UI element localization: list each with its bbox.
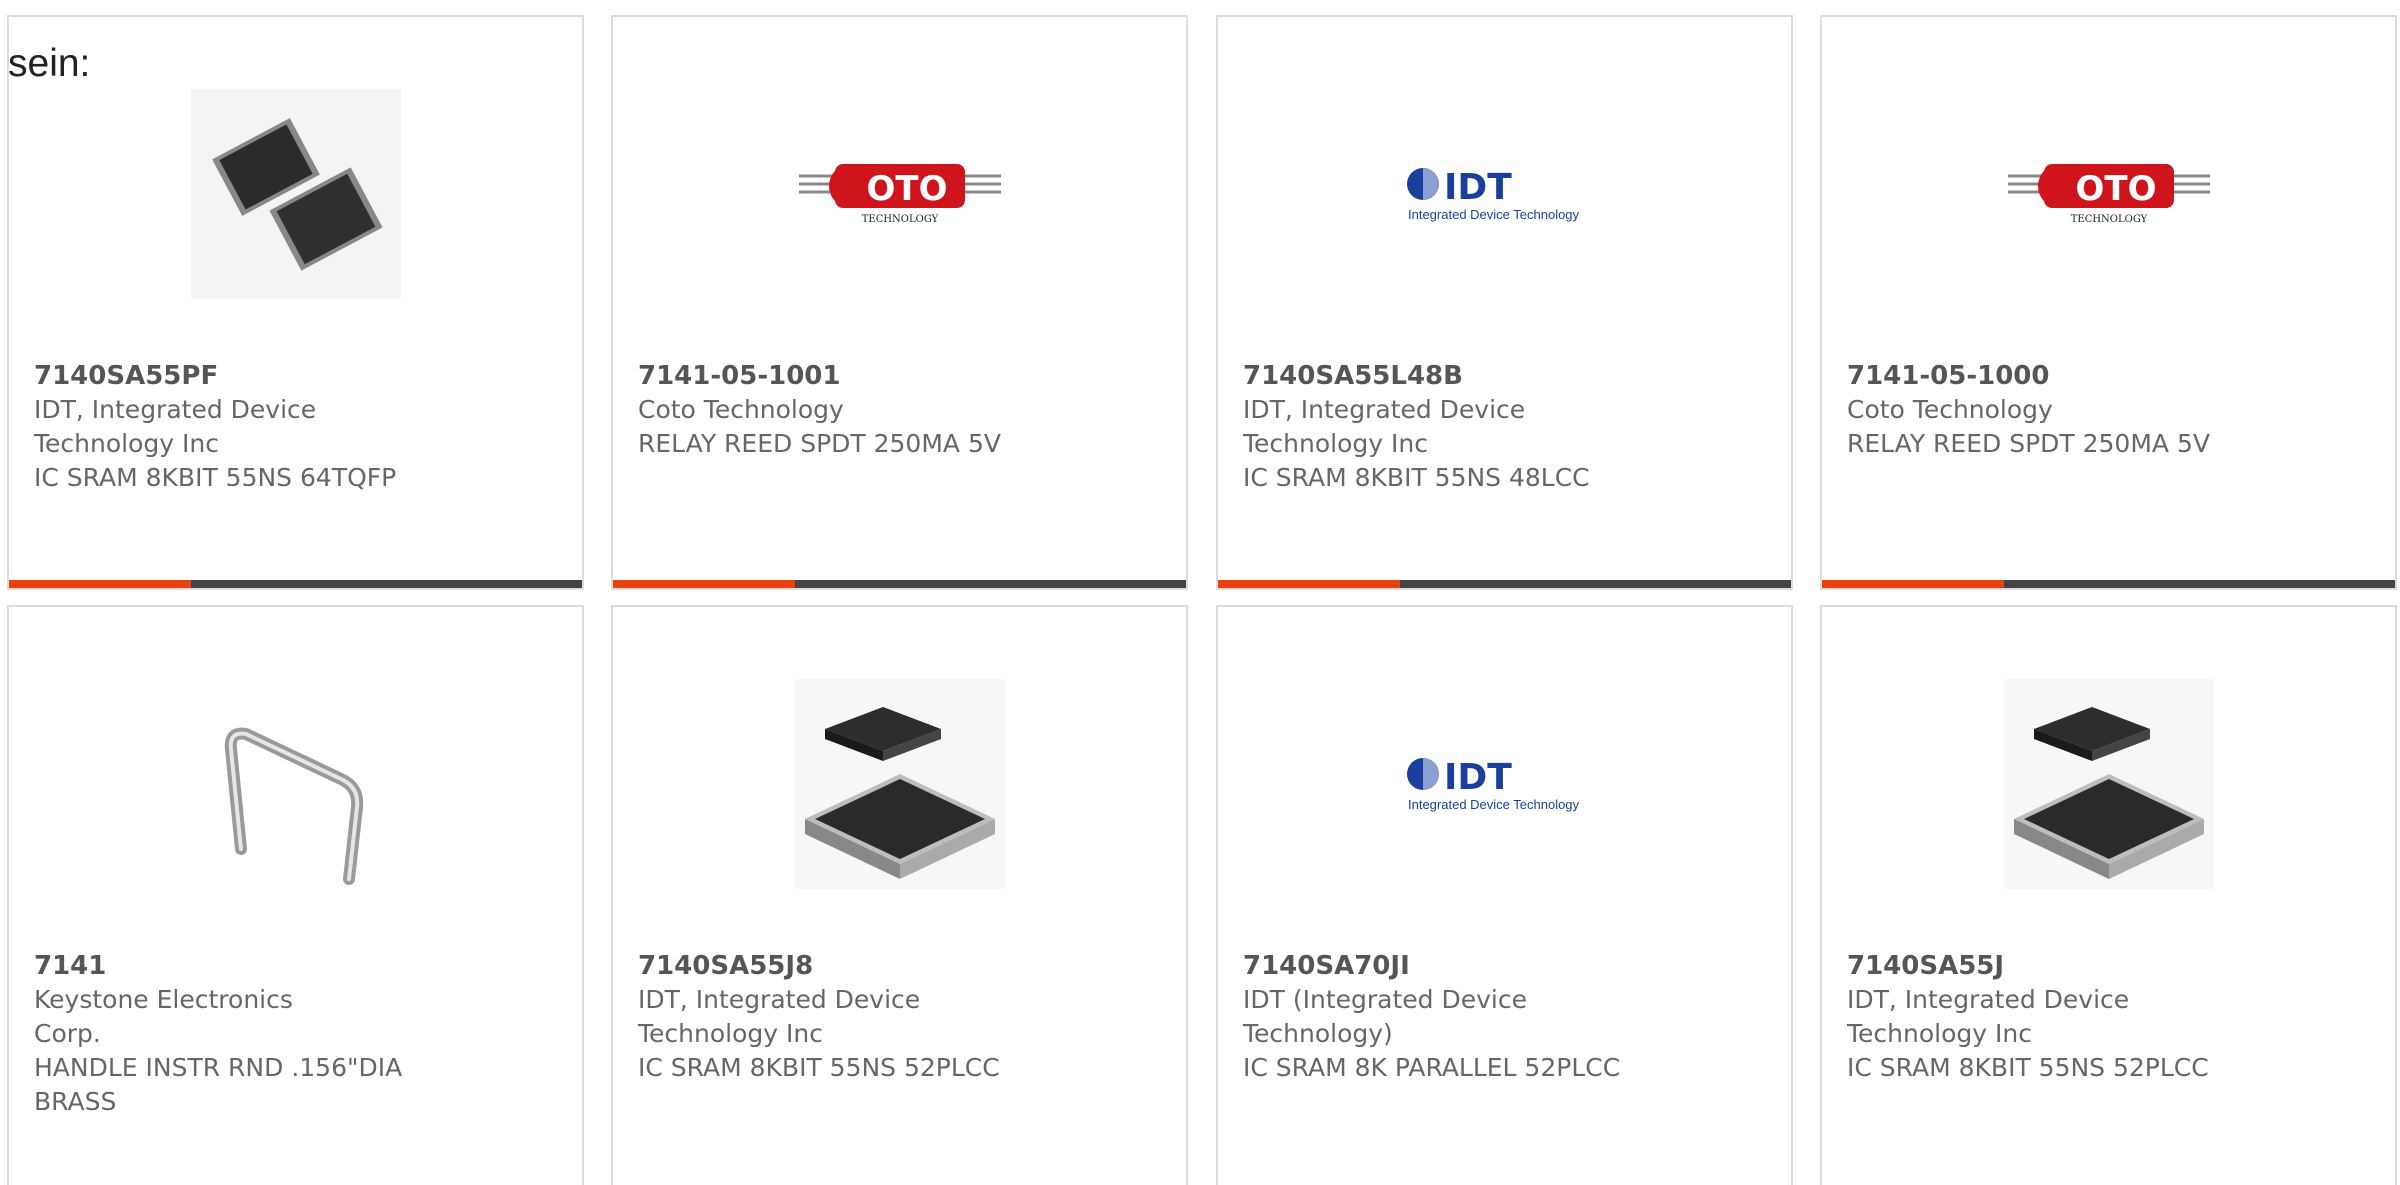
description: HANDLE INSTR RND .156"DIA BRASS	[34, 1053, 403, 1116]
plcc-chip-image	[794, 679, 1005, 889]
handle-image	[191, 679, 401, 889]
manufacturer: Coto Technology	[638, 395, 844, 424]
part-number[interactable]: 7140SA70JI	[1243, 949, 1771, 983]
logo-subtext: Integrated Device Technology	[1408, 797, 1580, 812]
idt-logo: IDT Integrated Device Technology	[1400, 679, 1610, 889]
part-number[interactable]: 7140SA55PF	[34, 359, 562, 393]
product-card[interactable]: IDT Integrated Device Technology 7140SA5…	[1216, 15, 1793, 590]
manufacturer: Keystone Electronics Corp.	[34, 985, 293, 1048]
product-card[interactable]: 7140SA55PF IDT, Integrated Device Techno…	[7, 15, 584, 590]
tqfp-chip-image	[190, 89, 401, 299]
card-accent-bar	[9, 580, 582, 588]
part-number[interactable]: 7140SA55J	[1847, 949, 2375, 983]
manufacturer: Coto Technology	[1847, 395, 2053, 424]
plcc-chip-image	[2003, 679, 2214, 889]
description: IC SRAM 8KBIT 55NS 52PLCC	[1847, 1053, 2209, 1082]
description: RELAY REED SPDT 250MA 5V	[1847, 429, 2210, 458]
logo-subtext: Integrated Device Technology	[1408, 207, 1580, 222]
description: RELAY REED SPDT 250MA 5V	[638, 429, 1001, 458]
product-card[interactable]: IDT Integrated Device Technology 7140SA7…	[1216, 605, 1793, 1185]
part-number[interactable]: 7140SA55J8	[638, 949, 1166, 983]
product-card[interactable]: OTO TECHNOLOGY 7141-05-1000 Coto Technol…	[1820, 15, 2397, 590]
coto-logo: OTO TECHNOLOGY	[2004, 89, 2214, 299]
card-accent-bar	[1822, 580, 2395, 588]
logo-text: IDT	[1444, 757, 1512, 798]
logo-subtext: TECHNOLOGY	[2070, 214, 2147, 225]
logo-text: IDT	[1444, 167, 1512, 208]
part-number[interactable]: 7141	[34, 949, 562, 983]
description: IC SRAM 8KBIT 55NS 52PLCC	[638, 1053, 1000, 1082]
part-number[interactable]: 7140SA55L48B	[1243, 359, 1771, 393]
description: IC SRAM 8K PARALLEL 52PLCC	[1243, 1053, 1621, 1082]
logo-text: OTO	[866, 169, 947, 209]
product-card[interactable]: OTO TECHNOLOGY 7141-05-1001 Coto Technol…	[611, 15, 1188, 590]
intro-text: sein:	[8, 42, 91, 85]
coto-logo: OTO TECHNOLOGY	[795, 89, 1005, 299]
card-accent-bar	[613, 580, 1186, 588]
product-card[interactable]: 7141 Keystone Electronics Corp. HANDLE I…	[7, 605, 584, 1185]
logo-subtext: TECHNOLOGY	[861, 214, 938, 225]
manufacturer: IDT, Integrated Device Technology Inc	[1847, 985, 2130, 1048]
manufacturer: IDT, Integrated Device Technology Inc	[638, 985, 921, 1048]
product-card[interactable]: 7140SA55J IDT, Integrated Device Technol…	[1820, 605, 2397, 1185]
part-number[interactable]: 7141-05-1001	[638, 359, 1166, 393]
manufacturer: IDT (Integrated Device Technology)	[1243, 985, 1527, 1048]
idt-logo: IDT Integrated Device Technology	[1400, 89, 1610, 299]
card-accent-bar	[1218, 580, 1791, 588]
manufacturer: IDT, Integrated Device Technology Inc	[1243, 395, 1526, 458]
manufacturer: IDT, Integrated Device Technology Inc	[34, 395, 317, 458]
description: IC SRAM 8KBIT 55NS 48LCC	[1243, 463, 1590, 492]
part-number[interactable]: 7141-05-1000	[1847, 359, 2375, 393]
logo-text: OTO	[2075, 169, 2156, 209]
description: IC SRAM 8KBIT 55NS 64TQFP	[34, 463, 397, 492]
product-card[interactable]: 7140SA55J8 IDT, Integrated Device Techno…	[611, 605, 1188, 1185]
